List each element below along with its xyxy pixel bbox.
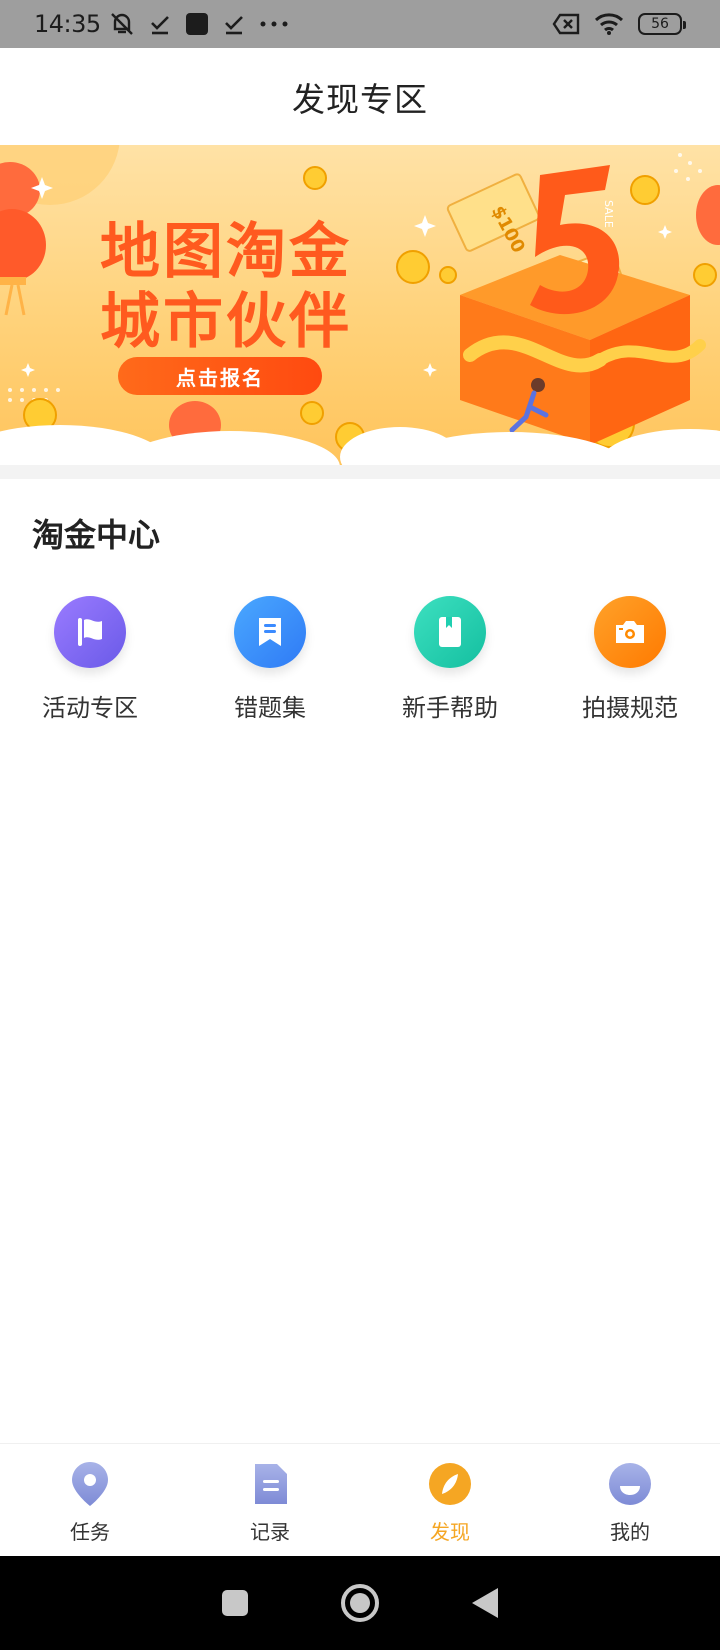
feature-mistake-collection[interactable]: 错题集 xyxy=(180,596,360,723)
banner-text-decorations: $100 SALE xyxy=(487,200,615,257)
feature-shooting-guidelines[interactable]: 拍摄规范 xyxy=(540,596,720,723)
tab-profile[interactable]: 我的 xyxy=(540,1444,720,1556)
sim-off-icon xyxy=(552,13,580,35)
banner-sale-text: SALE xyxy=(602,200,615,228)
home-icon[interactable] xyxy=(340,1583,380,1623)
more-icon xyxy=(260,21,288,27)
battery-indicator: 56 xyxy=(638,13,686,35)
tab-records[interactable]: 记录 xyxy=(180,1444,360,1556)
page-header: 发现专区 xyxy=(0,48,720,146)
bottom-tab-bar: 任务 记录 发现 我的 xyxy=(0,1443,720,1556)
promo-banner[interactable]: 地图淘金 城市伙伴 点击报名 $100 SALE xyxy=(0,145,720,465)
document-icon xyxy=(255,1464,287,1504)
feature-activity-zone[interactable]: 活动专区 xyxy=(0,596,180,723)
section-divider xyxy=(0,465,720,479)
feature-beginner-help[interactable]: 新手帮助 xyxy=(360,596,540,723)
feature-label: 错题集 xyxy=(234,694,306,722)
app-notification-icon xyxy=(185,13,208,35)
book-icon xyxy=(414,596,486,668)
camera-icon xyxy=(594,596,666,668)
location-pin-icon xyxy=(72,1462,108,1506)
tab-label: 我的 xyxy=(610,1520,650,1544)
download-done-icon xyxy=(150,16,169,35)
feature-grid: 活动专区 错题集 新手帮助 拍摄规范 xyxy=(0,596,720,723)
compass-icon xyxy=(429,1463,471,1505)
feature-label: 新手帮助 xyxy=(402,694,498,722)
back-icon[interactable] xyxy=(470,1586,500,1620)
tab-label: 任务 xyxy=(70,1520,110,1544)
banner-ticket-text: $100 xyxy=(487,202,529,256)
status-bar: 14:35 56 xyxy=(0,0,720,48)
section-title: 淘金中心 xyxy=(32,516,161,554)
page-title: 发现专区 xyxy=(292,80,428,119)
flag-icon xyxy=(54,596,126,668)
tab-tasks[interactable]: 任务 xyxy=(0,1444,180,1556)
tab-discover[interactable]: 发现 xyxy=(360,1444,540,1556)
feature-label: 拍摄规范 xyxy=(582,694,678,722)
recents-icon[interactable] xyxy=(220,1588,250,1618)
status-right-icons: 56 xyxy=(552,0,686,48)
muted-alarm-icon xyxy=(110,13,133,35)
feature-label: 活动专区 xyxy=(42,694,138,722)
download-done-icon xyxy=(224,16,243,35)
bookmark-doc-icon xyxy=(234,596,306,668)
wifi-icon xyxy=(594,13,624,35)
status-time: 14:35 xyxy=(34,10,101,38)
tab-label: 记录 xyxy=(250,1520,290,1544)
system-nav-bar xyxy=(0,1556,720,1650)
status-left-icons xyxy=(109,11,289,37)
profile-icon xyxy=(609,1463,651,1505)
battery-level: 56 xyxy=(651,16,669,32)
tab-label: 发现 xyxy=(430,1520,470,1544)
